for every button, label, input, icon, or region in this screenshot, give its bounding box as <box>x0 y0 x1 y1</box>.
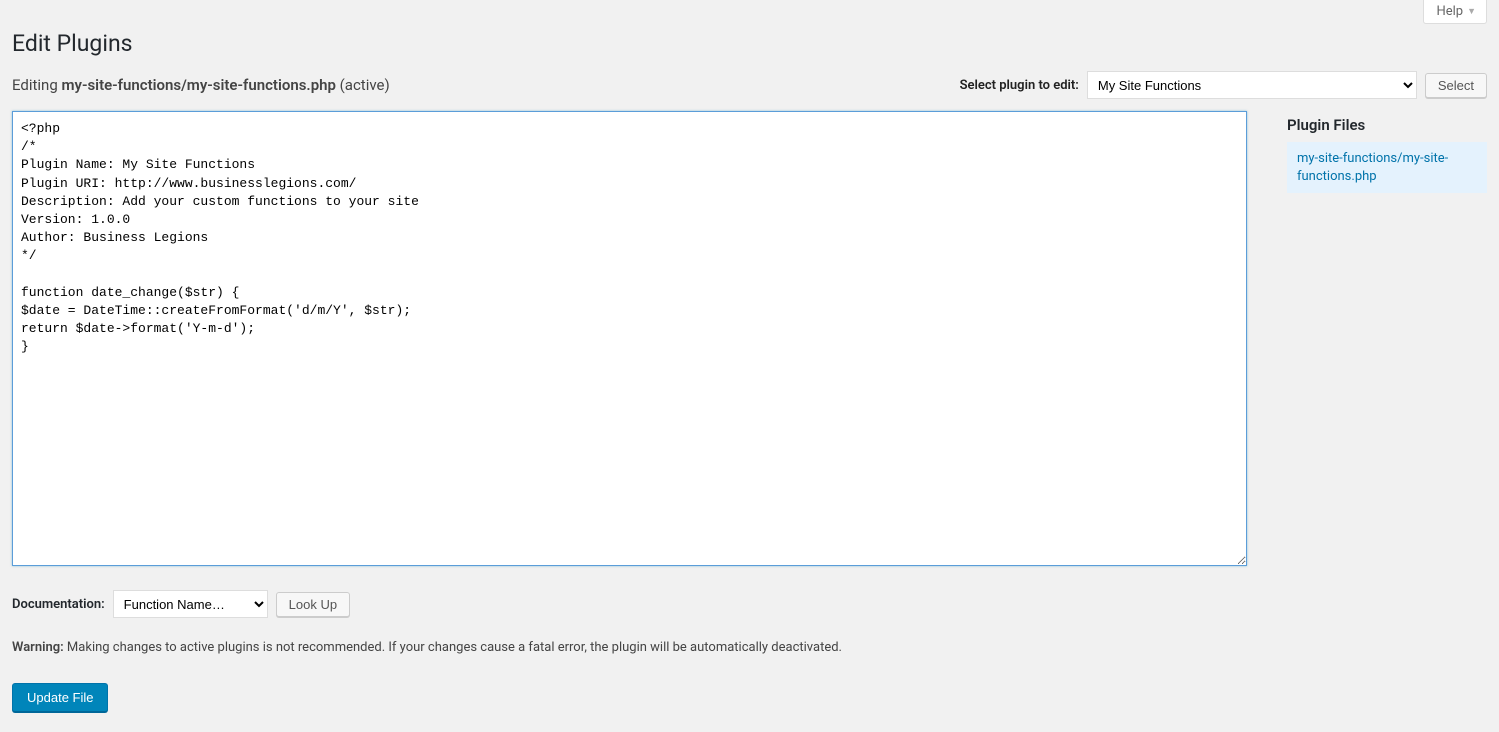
select-button[interactable]: Select <box>1425 73 1487 98</box>
page-title: Edit Plugins <box>12 30 1487 57</box>
plugin-file-link[interactable]: my-site-functions/my-site-functions.php <box>1297 151 1448 184</box>
plugin-files-heading: Plugin Files <box>1287 116 1487 134</box>
editing-prefix: Editing <box>12 76 61 94</box>
update-file-button[interactable]: Update File <box>12 683 108 712</box>
chevron-down-icon: ▼ <box>1467 6 1476 17</box>
editing-status: (active) <box>336 76 390 94</box>
help-label: Help <box>1436 4 1463 19</box>
code-editor[interactable] <box>12 111 1247 566</box>
documentation-label: Documentation: <box>12 597 105 612</box>
plugin-picker-label: Select plugin to edit: <box>960 78 1079 93</box>
documentation-select[interactable]: Function Name… <box>113 590 268 618</box>
plugin-file-item[interactable]: my-site-functions/my-site-functions.php <box>1287 142 1487 193</box>
editing-filename: my-site-functions/my-site-functions.php <box>61 76 335 94</box>
editing-line: Editing my-site-functions/my-site-functi… <box>12 76 390 94</box>
warning-label: Warning: <box>12 640 64 655</box>
warning-text: Making changes to active plugins is not … <box>64 640 842 655</box>
plugin-select[interactable]: My Site Functions <box>1087 71 1417 99</box>
warning-line: Warning: Making changes to active plugin… <box>12 640 1247 655</box>
lookup-button[interactable]: Look Up <box>276 592 350 617</box>
help-tab[interactable]: Help ▼ <box>1423 0 1487 24</box>
